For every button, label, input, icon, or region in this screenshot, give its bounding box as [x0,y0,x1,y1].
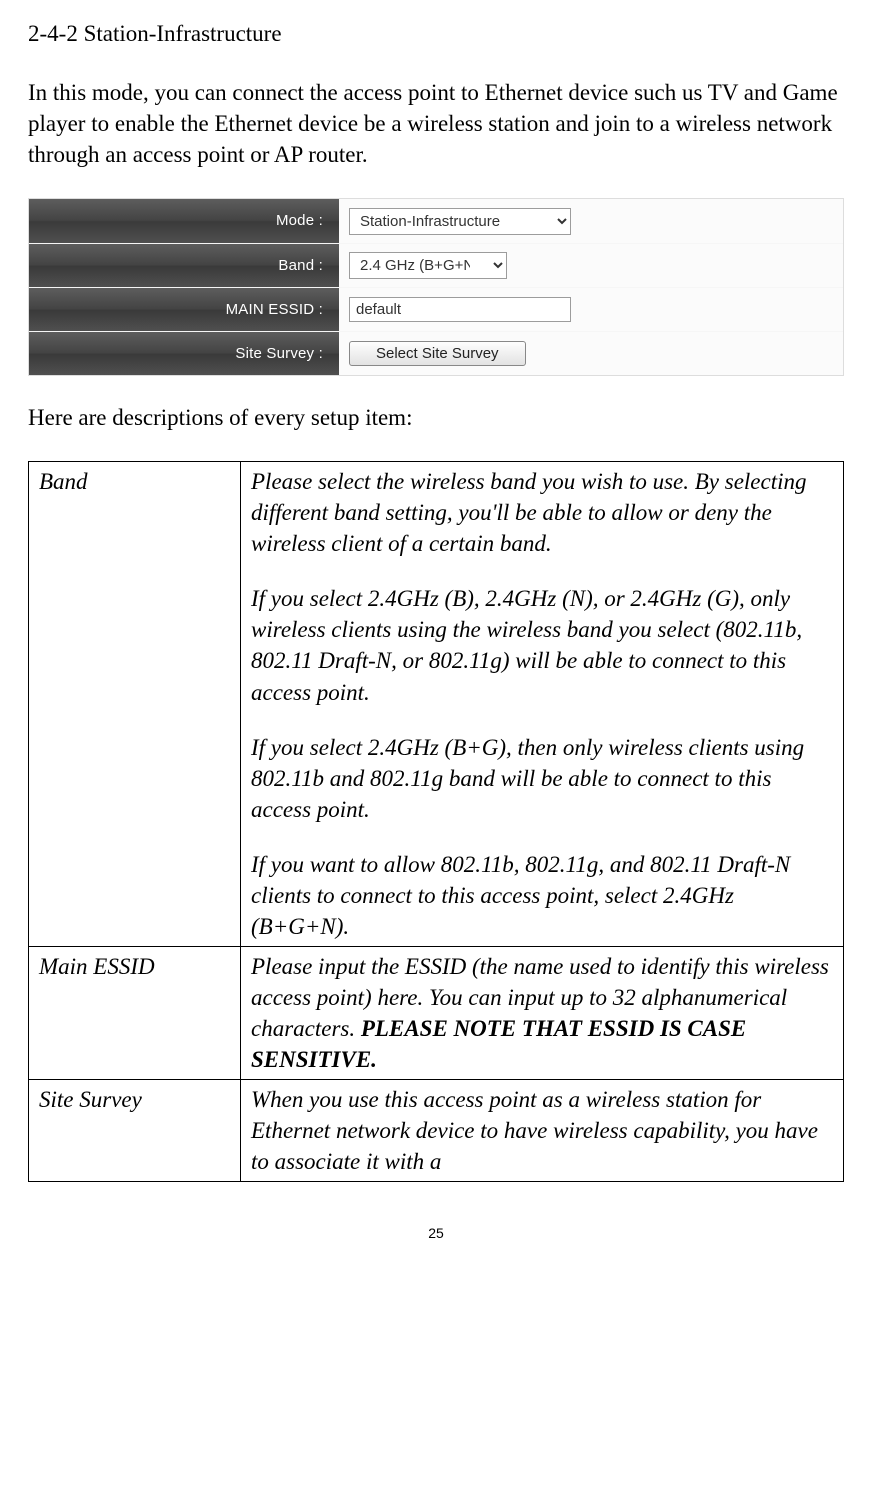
table-row: Main ESSID Please input the ESSID (the n… [29,946,844,1079]
essid-row: MAIN ESSID : [29,287,843,331]
settings-form: Mode : Station-Infrastructure Band : 2.4… [28,198,844,376]
mode-select[interactable]: Station-Infrastructure [349,208,571,235]
band-desc-p1: Please select the wireless band you wish… [251,466,833,559]
mode-row: Mode : Station-Infrastructure [29,199,843,243]
band-desc-p3: If you select 2.4GHz (B+G), then only wi… [251,732,833,825]
survey-label: Site Survey : [29,331,339,375]
band-select[interactable]: 2.4 GHz (B+G+N) [349,252,507,279]
survey-row: Site Survey : Select Site Survey [29,331,843,375]
band-control: 2.4 GHz (B+G+N) [339,243,843,287]
page-number: 25 [28,1224,844,1243]
essid-input[interactable] [349,297,571,322]
mode-control: Station-Infrastructure [339,199,843,243]
band-desc: Please select the wireless band you wish… [241,462,844,947]
table-row: Site Survey When you use this access poi… [29,1080,844,1182]
band-key: Band [29,462,241,947]
band-desc-p2: If you select 2.4GHz (B), 2.4GHz (N), or… [251,583,833,707]
description-table: Band Please select the wireless band you… [28,461,844,1182]
essid-control [339,287,843,331]
survey-control: Select Site Survey [339,331,843,375]
band-desc-p4: If you want to allow 802.11b, 802.11g, a… [251,849,833,942]
essid-desc: Please input the ESSID (the name used to… [241,946,844,1079]
band-row: Band : 2.4 GHz (B+G+N) [29,243,843,287]
survey-key: Site Survey [29,1080,241,1182]
table-row: Band Please select the wireless band you… [29,462,844,947]
survey-desc: When you use this access point as a wire… [241,1080,844,1182]
intro-paragraph: In this mode, you can connect the access… [28,77,844,170]
essid-key: Main ESSID [29,946,241,1079]
subheading-text: Here are descriptions of every setup ite… [28,402,844,433]
essid-label: MAIN ESSID : [29,287,339,331]
site-survey-button[interactable]: Select Site Survey [349,341,526,366]
band-label: Band : [29,243,339,287]
section-heading: 2-4-2 Station-Infrastructure [28,18,844,49]
mode-label: Mode : [29,199,339,243]
